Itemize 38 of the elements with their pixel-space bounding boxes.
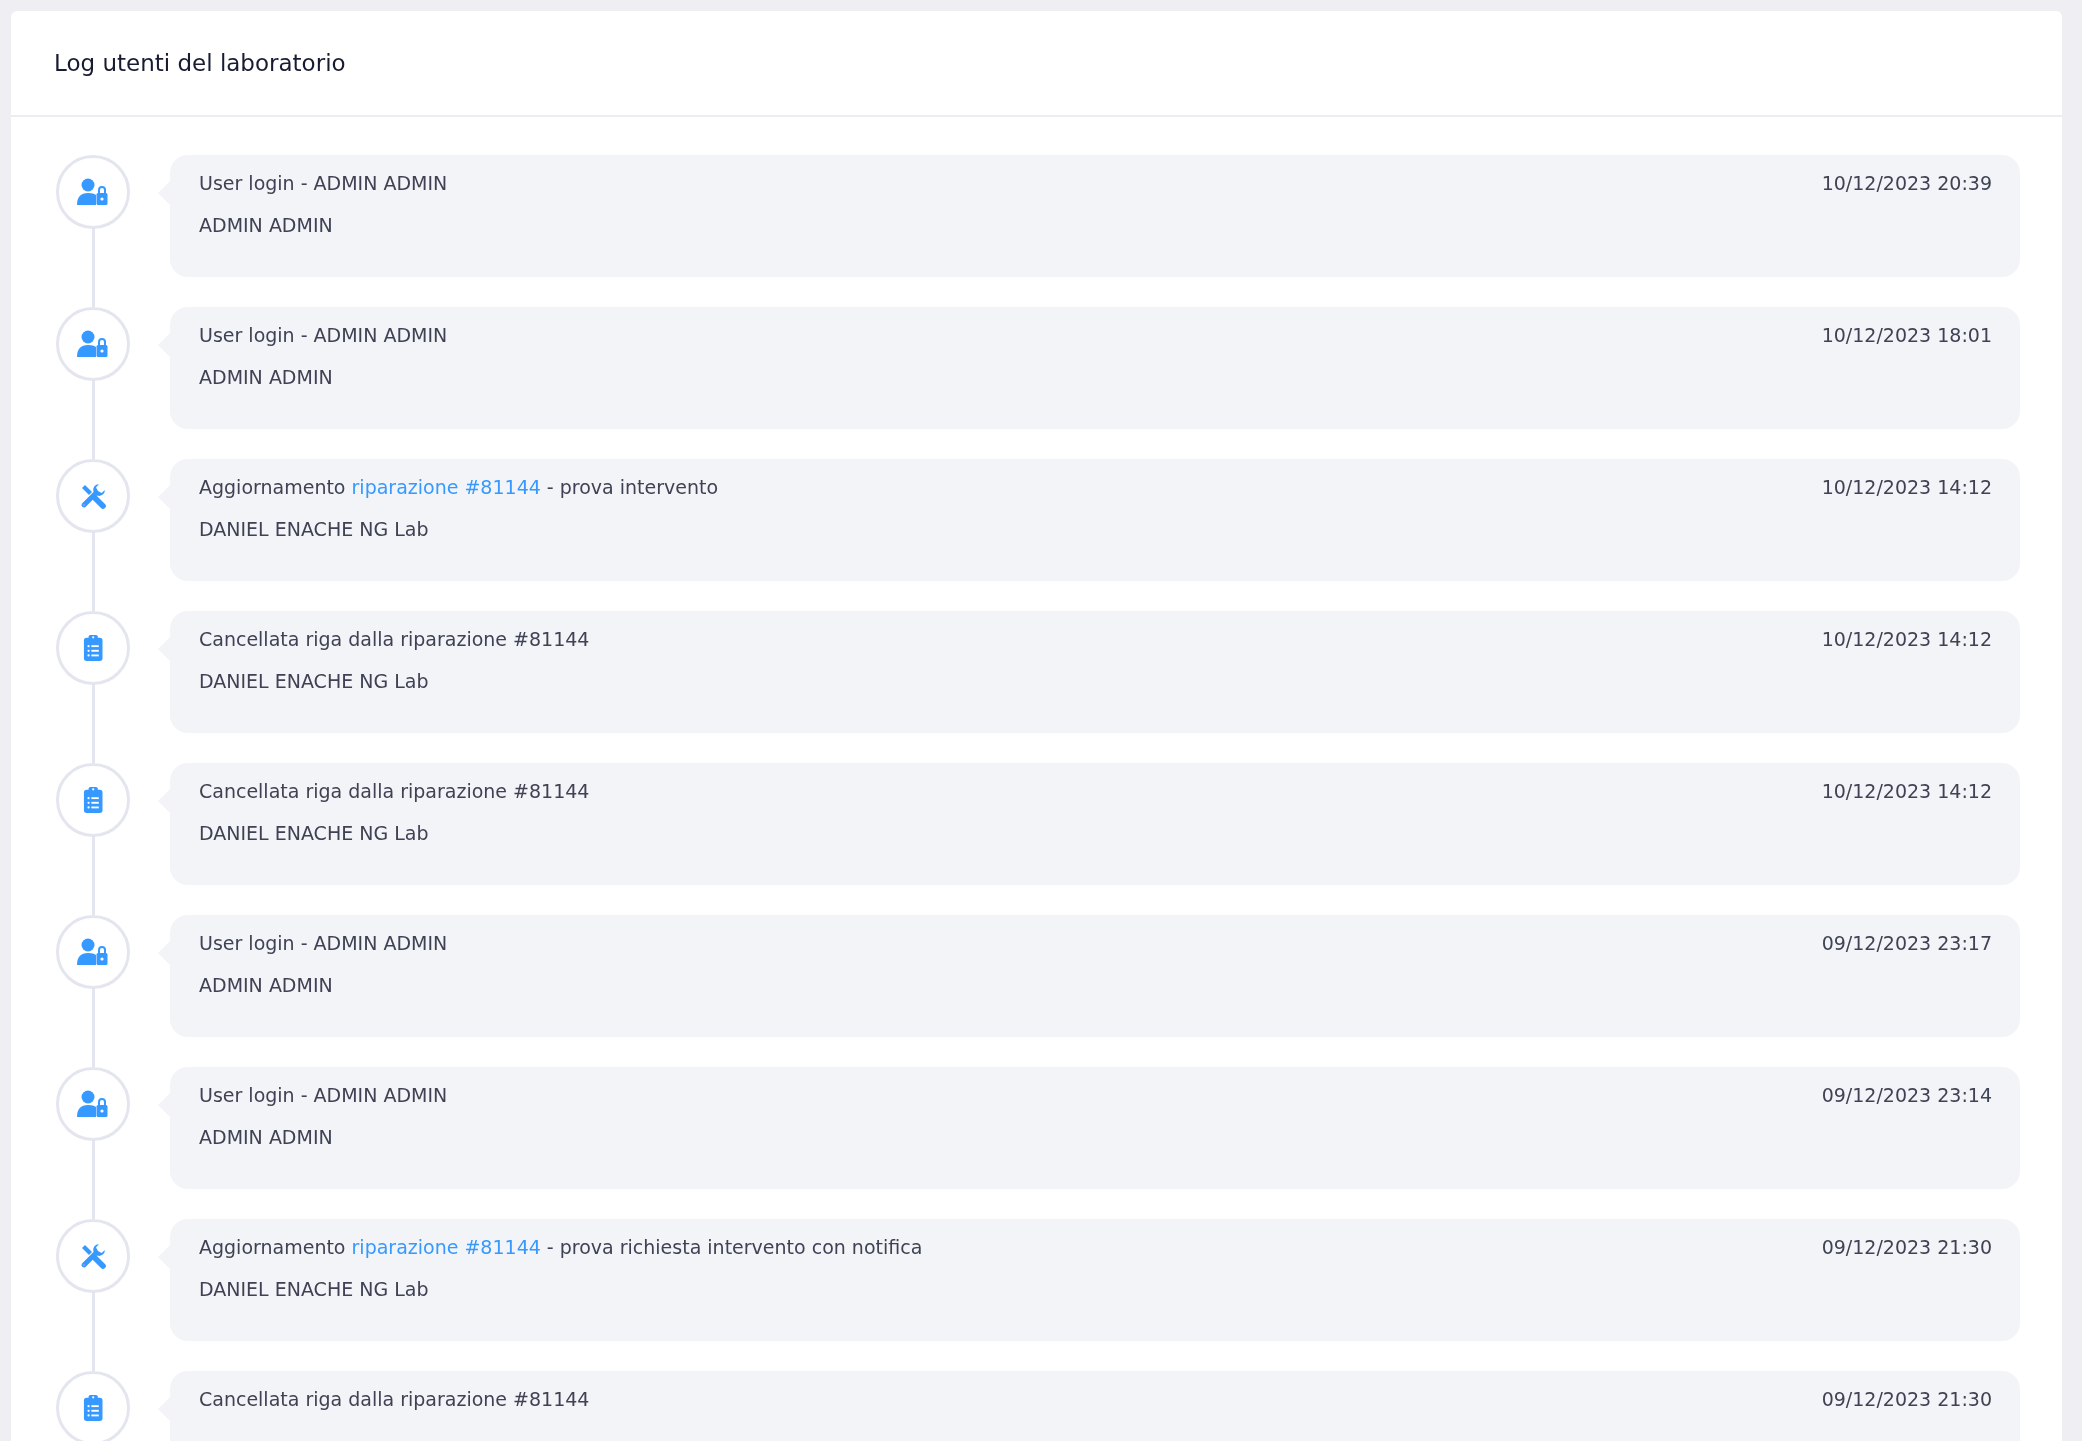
log-date: 10/12/2023 14:12 — [1821, 628, 1992, 650]
log-message: User login - ADMIN ADMIN — [199, 932, 448, 954]
log-date: 10/12/2023 20:39 — [1821, 172, 1992, 194]
log-author: DANIEL ENACHE NG Lab — [199, 670, 430, 692]
log-message: Aggiornamento riparazione #81144 - prova intervento — [199, 476, 719, 498]
log-message: Cancellata riga dalla riparazione #81144 — [199, 1388, 590, 1410]
log-author: ADMIN ADMIN — [199, 366, 334, 388]
user-lock-icon — [77, 178, 109, 206]
clipboard-list-icon — [82, 1395, 104, 1421]
log-message: User login - ADMIN ADMIN — [199, 172, 448, 194]
log-author: DANIEL ENACHE NG Lab — [199, 1278, 430, 1300]
log-author: DANIEL ENACHE NG Lab — [199, 518, 430, 540]
tools-icon — [79, 482, 107, 510]
user-lock-icon — [77, 938, 109, 966]
card-title: Log utenti del laboratorio — [54, 50, 346, 76]
log-message: Cancellata riga dalla riparazione #81144 — [199, 628, 590, 650]
log-message: User login - ADMIN ADMIN — [199, 324, 448, 346]
log-message: Cancellata riga dalla riparazione #81144 — [199, 780, 590, 802]
log-message: Aggiornamento riparazione #81144 - prova richiesta intervento con notifica — [199, 1236, 923, 1258]
log-author: ADMIN ADMIN — [199, 974, 334, 996]
user-lock-icon — [77, 1090, 109, 1118]
repair-link[interactable]: riparazione #81144 — [351, 1236, 541, 1258]
log-date: 10/12/2023 18:01 — [1821, 324, 1992, 346]
clipboard-list-icon — [82, 787, 104, 813]
log-date: 09/12/2023 21:30 — [1821, 1388, 1992, 1410]
log-date: 10/12/2023 14:12 — [1821, 780, 1992, 802]
log-message: User login - ADMIN ADMIN — [199, 1084, 448, 1106]
log-author: ADMIN ADMIN — [199, 1126, 334, 1148]
log-date: 09/12/2023 21:30 — [1821, 1236, 1992, 1258]
log-date: 09/12/2023 23:14 — [1821, 1084, 1992, 1106]
clipboard-list-icon — [82, 635, 104, 661]
log-date: 10/12/2023 14:12 — [1821, 476, 1992, 498]
user-lock-icon — [77, 330, 109, 358]
log-author: ADMIN ADMIN — [199, 214, 334, 236]
log-author: DANIEL ENACHE NG Lab — [199, 822, 430, 844]
log-date: 09/12/2023 23:17 — [1821, 932, 1992, 954]
tools-icon — [79, 1242, 107, 1270]
repair-link[interactable]: riparazione #81144 — [351, 476, 541, 498]
